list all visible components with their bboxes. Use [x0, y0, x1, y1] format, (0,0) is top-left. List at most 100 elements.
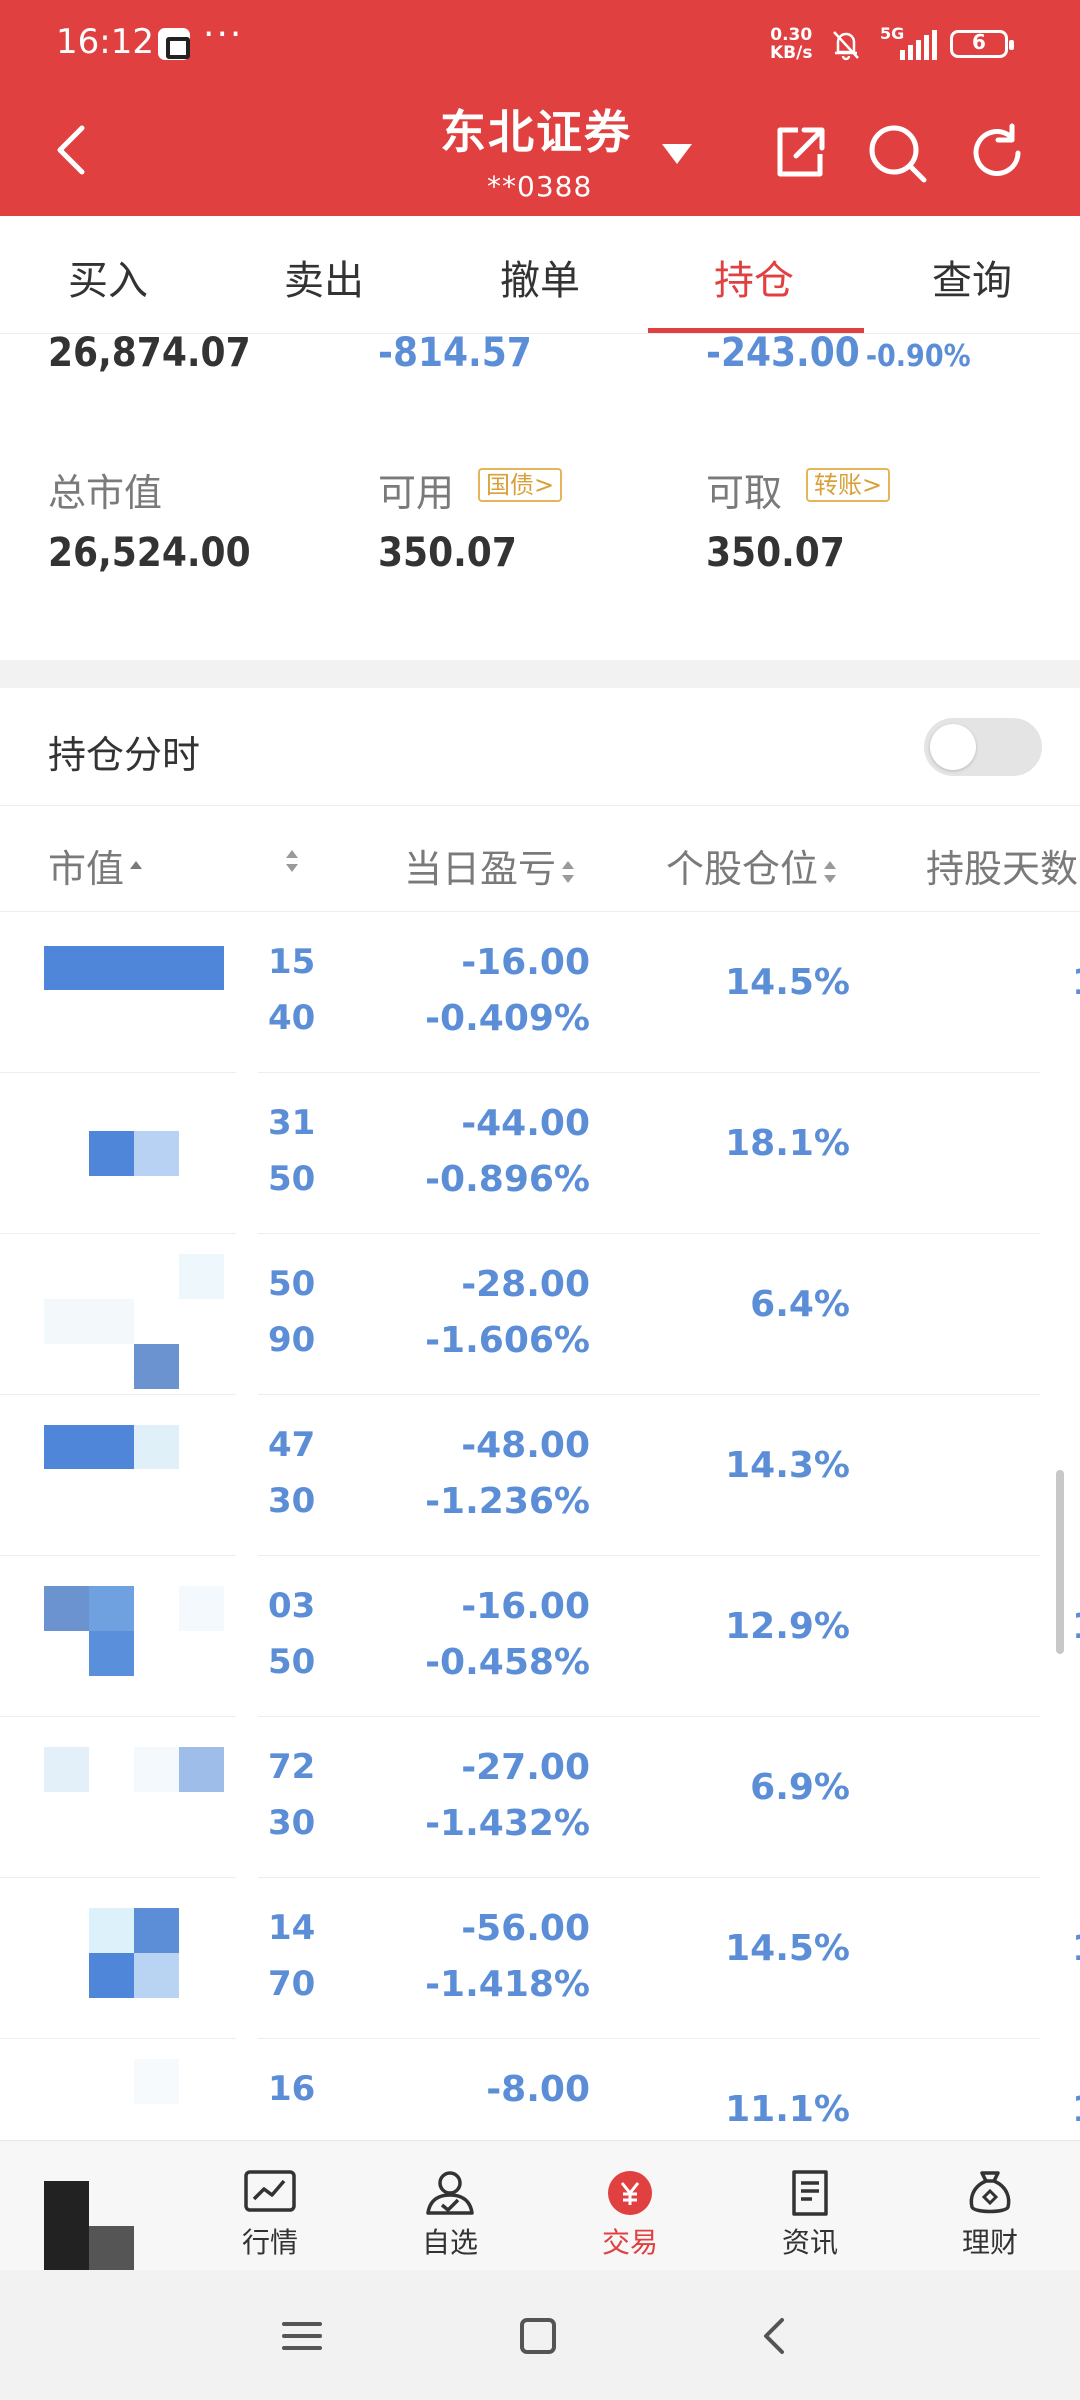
row-hold-days: 1 [1072, 1606, 1080, 1647]
chart-icon [244, 2170, 296, 2212]
row-cost-bottom: 40 [268, 998, 316, 1038]
position-intraday-toggle[interactable] [924, 718, 1042, 776]
table-row[interactable]: 03 50 -16.00 -0.458% 12.9% 1 [0, 1556, 1080, 1717]
tab-buy[interactable]: 买入 [68, 248, 148, 306]
signal-icon [900, 30, 937, 60]
table-row[interactable]: 16 -8.00 11.1% 1 [0, 2039, 1080, 2140]
back-icon[interactable] [752, 2314, 796, 2358]
stock-name-pixelated [44, 932, 224, 1042]
row-position-ratio: 18.1% [725, 1123, 850, 1164]
status-bar: 16:12 ··· 0.30 KB/s 5G 6 [0, 0, 1080, 90]
row-cost-bottom: 90 [268, 1320, 316, 1360]
network-speed: 0.30 KB/s [770, 26, 812, 62]
position-intraday-label: 持仓分时 [48, 733, 201, 777]
market-value-label: 总市值 [48, 471, 163, 515]
column-hold-days[interactable]: 持股天数 [926, 838, 1080, 893]
row-today-pl: -16.00 [461, 1586, 590, 1627]
table-row[interactable]: 15 40 -16.00 -0.409% 14.5% 1 [0, 912, 1080, 1073]
nav-trade[interactable]: 交易 [580, 2169, 680, 2261]
tab-cancel[interactable]: 撤单 [500, 248, 580, 306]
trading-app-screen: 16:12 ··· 0.30 KB/s 5G 6 东北证券 **0388 买入 … [0, 0, 1080, 2400]
bell-muted-icon [833, 31, 859, 61]
row-position-ratio: 6.4% [750, 1284, 850, 1325]
row-position-ratio: 14.3% [725, 1445, 850, 1486]
row-cost-bottom: 50 [268, 1159, 316, 1199]
table-row[interactable]: 14 70 -56.00 -1.418% 14.5% 1 [0, 1878, 1080, 2039]
stock-name-pixelated [44, 1093, 224, 1203]
column-market-value-label: 市值 [48, 847, 125, 891]
nav-market[interactable]: 行情 [220, 2169, 320, 2261]
back-arrow-icon[interactable] [46, 120, 96, 180]
row-cost-top: 03 [268, 1586, 316, 1626]
row-today-pl-pct: -1.606% [425, 1320, 590, 1361]
row-cost-top: 47 [268, 1425, 316, 1465]
row-position-ratio: 14.5% [725, 1928, 850, 1969]
row-hold-days: 1 [1072, 1928, 1080, 1969]
money-bag-icon [969, 2171, 1011, 2214]
today-pl-percent: -0.90% [865, 339, 971, 374]
battery-icon: 6 [950, 30, 1014, 58]
trade-tabs: 买入 卖出 撤单 持仓 查询 [0, 216, 1080, 334]
tab-query[interactable]: 查询 [932, 248, 1012, 306]
column-today-pl-label: 当日盈亏 [404, 847, 557, 891]
dropdown-triangle-icon[interactable] [660, 140, 694, 166]
app-header: 16:12 ··· 0.30 KB/s 5G 6 东北证券 **0388 [0, 0, 1080, 216]
broker-title[interactable]: 东北证券 [440, 96, 632, 162]
nav-watchlist-label: 自选 [421, 2226, 478, 2259]
market-value: 26,524.00 [48, 530, 251, 576]
menu-icon[interactable] [280, 2314, 324, 2358]
row-cost-bottom: 30 [268, 1481, 316, 1521]
available-label: 可用 [378, 471, 455, 515]
nav-wealth[interactable]: 理财 [940, 2169, 1040, 2261]
nav-trade-label: 交易 [601, 2226, 658, 2259]
positions-table-header: 市值 当日盈亏 个股仓位 持股天数 [0, 806, 1080, 912]
stock-name-pixelated [44, 1898, 224, 2008]
document-icon [792, 2170, 828, 2216]
account-number: **0388 [487, 170, 593, 203]
scrollbar[interactable] [1056, 1470, 1064, 1654]
row-cost-top: 72 [268, 1747, 316, 1787]
treasury-bond-link[interactable]: 国债> [478, 468, 563, 502]
sort-icon [562, 860, 575, 883]
row-today-pl: -27.00 [461, 1747, 590, 1788]
row-today-pl-pct: -1.432% [425, 1803, 590, 1844]
nav-watchlist[interactable]: 自选 [400, 2169, 500, 2261]
share-icon[interactable] [770, 122, 830, 182]
table-row[interactable]: 50 90 -28.00 -1.606% 6.4% [0, 1234, 1040, 1395]
battery-level: 6 [972, 30, 986, 54]
column-position-ratio[interactable]: 个股仓位 [666, 838, 838, 893]
column-today-pl[interactable]: 当日盈亏 [404, 838, 576, 893]
row-position-ratio: 12.9% [725, 1606, 850, 1647]
row-cost-bottom: 70 [268, 1964, 316, 2004]
table-row[interactable]: 72 30 -27.00 -1.432% 6.9% [0, 1717, 1040, 1878]
network-speed-unit: KB/s [770, 43, 813, 63]
row-cost-top: 15 [268, 942, 316, 982]
row-cost-top: 31 [268, 1103, 316, 1143]
transfer-link[interactable]: 转账> [806, 468, 891, 502]
row-today-pl-pct: -0.409% [425, 998, 590, 1039]
table-row[interactable]: 31 50 -44.00 -0.896% 18.1% [0, 1073, 1040, 1234]
nav-news[interactable]: 资讯 [760, 2169, 860, 2261]
row-today-pl: -48.00 [461, 1425, 590, 1466]
refresh-icon[interactable] [966, 122, 1028, 184]
stock-name-pixelated [44, 1254, 224, 1389]
row-today-pl: -44.00 [461, 1103, 590, 1144]
home-icon[interactable] [516, 2314, 560, 2358]
sort-icon [824, 860, 837, 883]
search-icon[interactable] [866, 122, 928, 184]
row-today-pl-pct: -0.896% [425, 1159, 590, 1200]
frozen-column-divider [236, 912, 258, 2140]
section-divider [0, 660, 1080, 688]
sort-icon[interactable] [284, 846, 300, 876]
nav-market-label: 行情 [241, 2226, 298, 2259]
row-cost-bottom: 50 [268, 1642, 316, 1682]
row-cost-top: 16 [268, 2069, 316, 2109]
positions-table-body: 15 40 -16.00 -0.409% 14.5% 1 31 50 -44.0… [0, 912, 1080, 2140]
row-position-ratio: 11.1% [725, 2089, 850, 2130]
tab-positions[interactable]: 持仓 [714, 248, 794, 306]
capcut-app-icon [158, 28, 190, 60]
tab-sell[interactable]: 卖出 [284, 248, 364, 306]
floating-logo-icon[interactable] [44, 2181, 134, 2271]
table-row[interactable]: 47 30 -48.00 -1.236% 14.3% [0, 1395, 1040, 1556]
column-market-value[interactable]: 市值 [48, 838, 144, 893]
